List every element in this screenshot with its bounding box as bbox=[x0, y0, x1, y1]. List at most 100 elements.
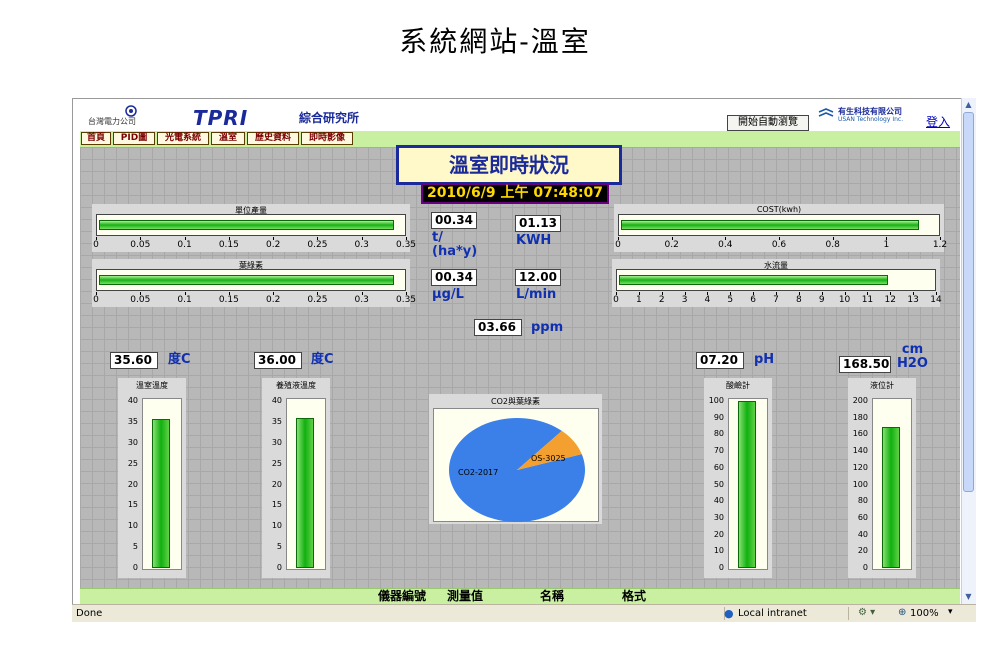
table-header-bar bbox=[80, 588, 960, 604]
cost-tick-label: 1 bbox=[883, 240, 890, 250]
ph_meter-tick-label: 20 bbox=[713, 529, 724, 539]
scroll-down-icon[interactable]: ▼ bbox=[963, 591, 974, 603]
level_meter-tick-label: 20 bbox=[857, 546, 868, 556]
security-icon[interactable]: ⚙ ▾ bbox=[858, 607, 875, 618]
water_flow-tick-label: 13 bbox=[907, 295, 919, 305]
unit_yield-tick-label: 0.35 bbox=[395, 240, 417, 250]
ph_meter-label: 酸鹼計 bbox=[726, 381, 750, 390]
greenhouse_temp-tick-label: 40 bbox=[127, 396, 138, 405]
ph_meter-tick-label: 80 bbox=[713, 429, 724, 439]
ph_meter-tick-label: 60 bbox=[713, 462, 724, 472]
flow-unit: L/min bbox=[516, 287, 557, 302]
unit_yield-bar-frame bbox=[96, 214, 406, 236]
water_flow-tick-label: 7 bbox=[773, 295, 779, 305]
nav-pv-system[interactable]: 光電系統 bbox=[157, 132, 209, 145]
co2-value: 03.66 bbox=[474, 319, 522, 336]
pie-chart: CO2-2017 OS-3025 bbox=[449, 418, 585, 522]
status-text: Done bbox=[76, 608, 103, 619]
unit_yield-tick-label: 0.15 bbox=[218, 240, 239, 250]
zoom-level[interactable]: 100% bbox=[910, 608, 939, 619]
level_meter-tick-label: 140 bbox=[852, 446, 868, 456]
greenhouse_temp-tick-label: 5 bbox=[132, 542, 138, 552]
liquid_temp-tick-label: 30 bbox=[271, 437, 282, 447]
unit_yield-tick-label: 0 bbox=[93, 240, 99, 250]
zone-text: Local intranet bbox=[738, 608, 807, 619]
chlorophyll-bar-frame bbox=[96, 269, 406, 291]
unit_yield-tick-label: 0.3 bbox=[354, 240, 369, 250]
intranet-icon: ● bbox=[724, 607, 734, 620]
level_meter-tick-label: 0 bbox=[862, 563, 868, 572]
water_flow-tick-label: 11 bbox=[861, 295, 874, 305]
chlorophyll-tick-label: 0.25 bbox=[307, 295, 328, 305]
kwh-value: 01.13 bbox=[515, 215, 561, 232]
liquid_temp-tick-label: 10 bbox=[271, 521, 282, 531]
greenhouse-temp-value: 35.60 bbox=[110, 352, 158, 369]
status-bar: Done ● Local intranet ⚙ ▾ ⊕ 100% ▾ bbox=[72, 604, 976, 622]
level_meter-bar-fill bbox=[882, 427, 900, 568]
taipower-name: 台灣電力公司 bbox=[88, 117, 136, 126]
cost-tick-label: 0.2 bbox=[664, 240, 679, 250]
ph-value: 07.20 bbox=[696, 352, 744, 369]
water_flow-tick-label: 8 bbox=[795, 295, 802, 305]
greenhouse_temp-tick-label: 10 bbox=[127, 521, 138, 531]
greenhouse_temp-tick-label: 25 bbox=[127, 458, 138, 468]
water_flow-tick-label: 3 bbox=[681, 295, 688, 305]
tpri-logo: TPRI bbox=[193, 106, 249, 130]
col-measured-value: 測量值 bbox=[447, 589, 484, 603]
ph_meter-tick-label: 10 bbox=[713, 546, 724, 556]
level_meter-tick-label: 160 bbox=[852, 429, 868, 439]
liquid_temp-tick-label: 25 bbox=[271, 458, 282, 468]
water_flow-tick-label: 12 bbox=[884, 295, 897, 305]
unit_yield-tick-label: 0.25 bbox=[307, 240, 328, 250]
cost-tick-label: 0.4 bbox=[718, 240, 733, 250]
ph_meter-tick-label: 90 bbox=[713, 412, 724, 422]
liquid-temp-value: 36.00 bbox=[254, 352, 302, 369]
yield-unit: t/ (ha*y) bbox=[432, 230, 478, 259]
liquid_temp-tick-label: 0 bbox=[276, 563, 282, 572]
liquid_temp-tick-label: 20 bbox=[271, 479, 282, 489]
unit_yield-tick-label: 0.05 bbox=[130, 240, 151, 250]
zoom-dropdown-icon[interactable]: ▾ bbox=[948, 607, 953, 617]
nav-history[interactable]: 歷史資料 bbox=[247, 132, 299, 145]
scroll-thumb[interactable] bbox=[963, 112, 974, 492]
cost-bar-fill bbox=[621, 220, 919, 230]
cost-tick-label: 0.6 bbox=[771, 240, 787, 250]
kwh-unit: KWH bbox=[516, 233, 552, 248]
level_meter-tick-label: 120 bbox=[852, 462, 868, 472]
auto-browse-button[interactable]: 開始自動瀏覽 bbox=[727, 115, 809, 131]
unit_yield-tick-label: 0.2 bbox=[265, 240, 281, 250]
level_meter-tick-label: 100 bbox=[852, 479, 868, 489]
login-link[interactable]: 登入 bbox=[926, 113, 950, 130]
datetime-display: 2010/6/9 上午 07:48:07 bbox=[421, 183, 609, 204]
level-value: 168.50 bbox=[839, 356, 891, 373]
slide-title: 系統網站-溫室 bbox=[399, 25, 591, 58]
col-name: 名稱 bbox=[540, 589, 565, 603]
slide: 系統網站-溫室 台灣電力公司 TPRI 綜合研究所 開始自動瀏覽 有生科技有限公… bbox=[0, 0, 990, 666]
zoom-icon[interactable]: ⊕ bbox=[898, 607, 906, 618]
nav-live-video[interactable]: 即時影像 bbox=[301, 132, 353, 145]
ph_meter-tick-label: 100 bbox=[708, 396, 724, 405]
cost-label: COST(kwh) bbox=[756, 205, 802, 214]
level-unit: cm H2O bbox=[897, 342, 928, 371]
pie-slice-label-1: OS-3025 bbox=[531, 454, 566, 463]
nav-greenhouse[interactable]: 溫室 bbox=[211, 132, 245, 145]
chlorophyll-tick-label: 0.1 bbox=[177, 295, 192, 305]
nav-home[interactable]: 首頁 bbox=[81, 132, 111, 145]
pie-slice-label-0: CO2-2017 bbox=[458, 468, 498, 477]
water_flow-bar-fill bbox=[619, 275, 888, 285]
col-format: 格式 bbox=[622, 589, 647, 603]
water_flow-tick-label: 14 bbox=[930, 295, 942, 305]
greenhouse_temp-tick-label: 30 bbox=[127, 437, 138, 447]
usan-emblem-icon bbox=[818, 108, 834, 117]
cost-tick-label: 1.2 bbox=[932, 240, 948, 250]
chl-unit: μg/L bbox=[432, 287, 464, 302]
ph-unit: pH bbox=[754, 352, 775, 367]
scroll-up-icon[interactable]: ▲ bbox=[963, 99, 974, 111]
water_flow-bar-frame bbox=[616, 269, 936, 291]
nav-pid[interactable]: PID圖 bbox=[113, 132, 155, 145]
liquid-temp-unit: 度C bbox=[311, 352, 334, 367]
greenhouse_temp-tick-label: 20 bbox=[127, 479, 138, 489]
co2-unit: ppm bbox=[531, 320, 564, 335]
status-divider-2 bbox=[848, 607, 849, 620]
chlorophyll-tick-label: 0.05 bbox=[130, 295, 151, 305]
